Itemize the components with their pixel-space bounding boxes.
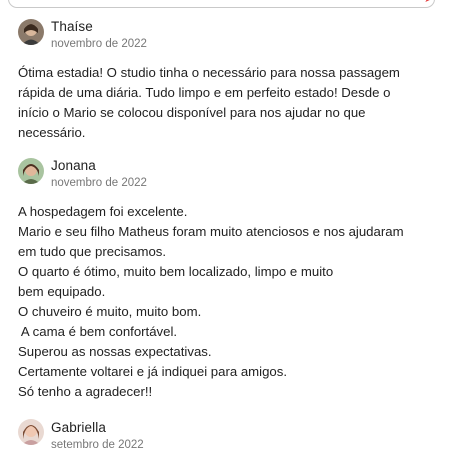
avatar [18,419,44,445]
review-date: novembro de 2022 [51,177,147,189]
avatar [18,158,44,184]
review-line: Certamente voltarei e já indiquei para a… [18,364,288,379]
reviewer-name: Thaíse [51,19,93,34]
top-input-field[interactable] [8,0,435,8]
review-line: O quarto é ótimo, muito bem localizado, … [18,264,334,279]
review-line: rápida de uma diária. Tudo limpo e em pe… [18,85,391,100]
review-line: início o Mario se colocou disponível par… [18,105,366,120]
review-line: A hospedagem foi excelente. [18,204,188,219]
review-line: necessário. [18,125,86,140]
review-date: setembro de 2022 [51,439,144,451]
review-line: A cama é bem confortável. [18,324,178,339]
review-line: em tudo que precisamos. [18,244,167,259]
review-date: novembro de 2022 [51,38,147,50]
reviewer-name: Jonana [51,158,96,173]
review-line: Mario e seu filho Matheus foram muito at… [18,224,404,239]
avatar [18,19,44,45]
review-line: Superou as nossas expectativas. [18,344,212,359]
review-line: Ótima estadia! O studio tinha o necessár… [18,65,400,80]
review-line: bem equipado. [18,284,106,299]
review-text: A hospedagem foi excelente. Mario e seu … [18,202,438,402]
review-line: Só tenho a agradecer!! [18,384,153,399]
reviewer-name: Gabriella [51,420,106,435]
review-line: O chuveiro é muito, muito bom. [18,304,202,319]
send-arrow-icon[interactable]: ➤ [424,0,436,4]
review-text: Ótima estadia! O studio tinha o necessár… [18,63,438,143]
